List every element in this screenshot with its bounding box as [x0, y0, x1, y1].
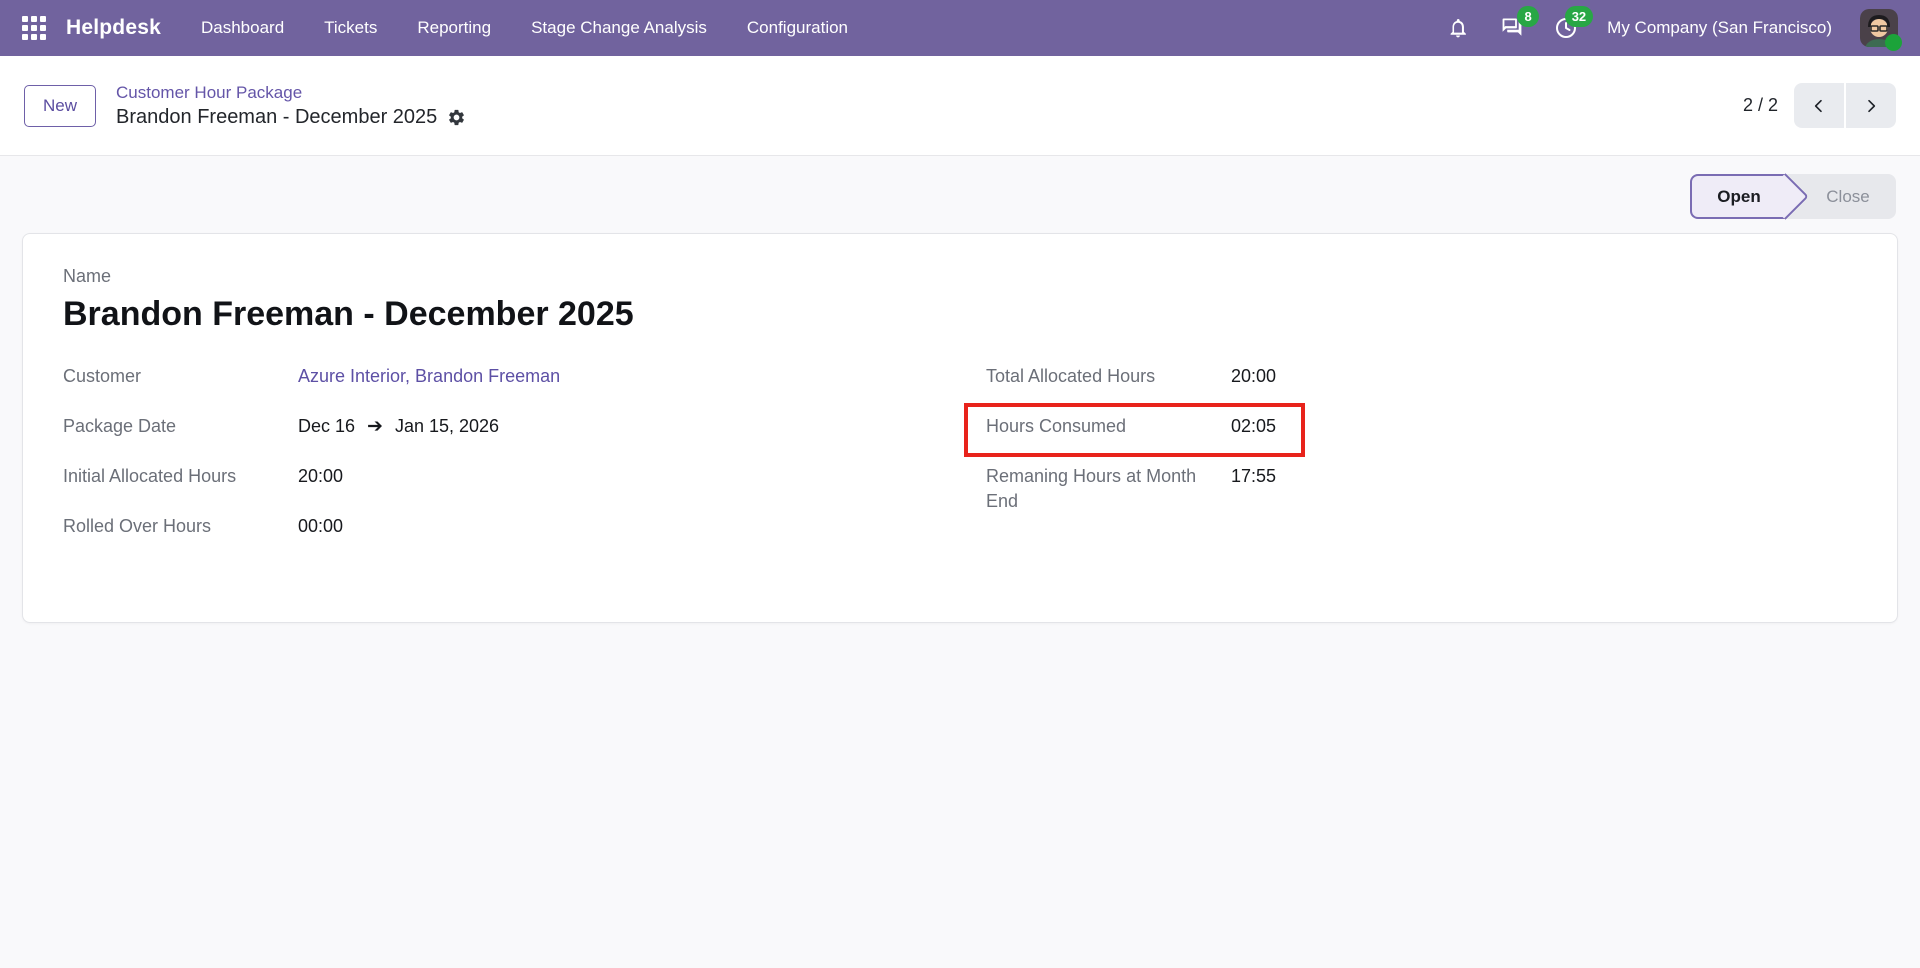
apps-grid-icon[interactable]: [22, 16, 46, 40]
field-package-date: Package Date Dec 16 ➔ Jan 15, 2026: [63, 414, 986, 464]
remaining-hours-label: Remaning Hours at Month End: [986, 464, 1231, 514]
control-panel: New Customer Hour Package Brandon Freema…: [0, 56, 1920, 156]
company-switcher[interactable]: My Company (San Francisco): [1607, 18, 1832, 38]
menu-dashboard[interactable]: Dashboard: [201, 18, 284, 38]
breadcrumb: Customer Hour Package Brandon Freeman - …: [116, 83, 466, 129]
pager-previous-button[interactable]: [1794, 83, 1844, 128]
total-allocated-hours-label: Total Allocated Hours: [986, 364, 1231, 389]
package-date-end[interactable]: Jan 15, 2026: [395, 414, 499, 439]
field-hours-consumed: Hours Consumed 02:05: [986, 414, 1406, 464]
rolled-over-hours-value[interactable]: 00:00: [298, 514, 343, 539]
field-customer: Customer Azure Interior, Brandon Freeman: [63, 364, 986, 414]
customer-value-link[interactable]: Azure Interior, Brandon Freeman: [298, 364, 560, 389]
user-avatar[interactable]: [1860, 9, 1898, 47]
top-navbar: Helpdesk Dashboard Tickets Reporting Sta…: [0, 0, 1920, 56]
status-row: Open Close: [0, 156, 1920, 219]
pager-next-button[interactable]: [1846, 83, 1896, 128]
hours-consumed-value: 02:05: [1231, 414, 1276, 439]
field-rolled-over-hours: Rolled Over Hours 00:00: [63, 514, 986, 564]
record-title[interactable]: Brandon Freeman - December 2025: [63, 295, 1857, 334]
stage-statusbar: Open Close: [1690, 174, 1896, 219]
name-field-label: Name: [63, 266, 1857, 287]
activities-clock-icon[interactable]: 32: [1553, 15, 1579, 41]
stage-open-button[interactable]: Open: [1690, 174, 1786, 219]
menu-stage-change-analysis[interactable]: Stage Change Analysis: [531, 18, 707, 38]
new-button[interactable]: New: [24, 85, 96, 127]
arrow-right-icon: ➔: [367, 414, 383, 439]
pager-count: 2 / 2: [1743, 95, 1778, 116]
field-remaining-hours: Remaning Hours at Month End 17:55: [986, 464, 1406, 514]
notifications-bell-icon[interactable]: [1445, 15, 1471, 41]
field-total-allocated-hours: Total Allocated Hours 20:00: [986, 364, 1406, 414]
field-initial-allocated-hours: Initial Allocated Hours 20:00: [63, 464, 986, 514]
initial-allocated-hours-value[interactable]: 20:00: [298, 464, 343, 489]
gear-icon[interactable]: [447, 108, 466, 127]
menu-configuration[interactable]: Configuration: [747, 18, 848, 38]
breadcrumb-current: Brandon Freeman - December 2025: [116, 106, 437, 129]
menu-tickets[interactable]: Tickets: [324, 18, 377, 38]
form-card: Name Brandon Freeman - December 2025 Cus…: [22, 233, 1898, 623]
form-right-column: Total Allocated Hours 20:00 Hours Consum…: [986, 364, 1406, 564]
package-date-start[interactable]: Dec 16: [298, 414, 355, 439]
activities-count-badge: 32: [1565, 6, 1593, 27]
app-name[interactable]: Helpdesk: [66, 16, 161, 40]
menu-reporting[interactable]: Reporting: [417, 18, 491, 38]
customer-label: Customer: [63, 364, 298, 389]
breadcrumb-parent-link[interactable]: Customer Hour Package: [116, 83, 466, 103]
initial-allocated-hours-label: Initial Allocated Hours: [63, 464, 298, 489]
rolled-over-hours-label: Rolled Over Hours: [63, 514, 298, 539]
top-menu: Dashboard Tickets Reporting Stage Change…: [201, 18, 848, 38]
messages-count-badge: 8: [1517, 6, 1539, 27]
remaining-hours-value: 17:55: [1231, 464, 1276, 489]
online-status-dot: [1885, 34, 1902, 51]
package-date-label: Package Date: [63, 414, 298, 439]
messages-icon[interactable]: 8: [1499, 15, 1525, 41]
total-allocated-hours-value: 20:00: [1231, 364, 1276, 389]
hours-consumed-label: Hours Consumed: [986, 414, 1231, 439]
form-left-column: Customer Azure Interior, Brandon Freeman…: [63, 364, 986, 564]
